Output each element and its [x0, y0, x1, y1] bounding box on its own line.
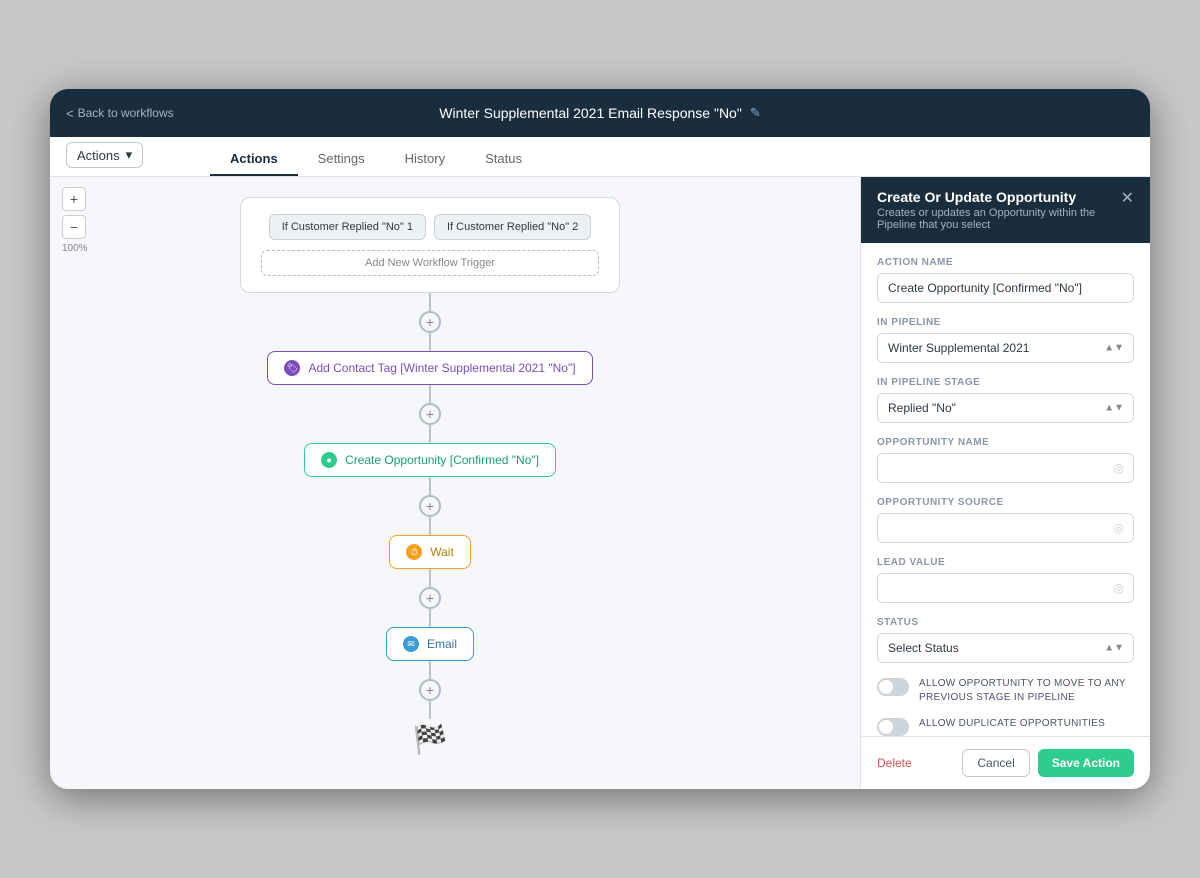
connector-line	[429, 425, 431, 443]
lead-value-label: LEAD VALUE	[877, 557, 1134, 568]
opportunity-icon: ●	[321, 452, 337, 468]
node-email[interactable]: ✉ Email	[386, 627, 474, 661]
workflow-canvas: + − 100% If Customer Replied "No" 1 If C…	[50, 177, 860, 789]
right-panel: Create Or Update Opportunity Creates or …	[860, 177, 1150, 789]
main-area: + − 100% If Customer Replied "No" 1 If C…	[50, 177, 1150, 789]
zoom-in-button[interactable]: +	[62, 187, 86, 211]
trigger-box: If Customer Replied "No" 1 If Customer R…	[240, 197, 620, 293]
toggle-previous-stage-label: ALLOW OPPORTUNITY TO MOVE TO ANY PREVIOU…	[919, 677, 1134, 705]
connector-line	[429, 609, 431, 627]
tag-icon: 🏷	[284, 360, 300, 376]
connector-line	[429, 517, 431, 535]
add-node-3[interactable]: +	[419, 495, 441, 517]
tab-status[interactable]: Status	[465, 143, 542, 176]
trigger-2[interactable]: If Customer Replied "No" 2	[434, 214, 591, 240]
node-tag[interactable]: 🏷 Add Contact Tag [Winter Supplemental 2…	[267, 351, 592, 385]
opportunity-name-label: OPPORTUNITY NAME	[877, 437, 1134, 448]
delete-button[interactable]: Delete	[877, 756, 912, 770]
in-pipeline-label: IN PIPELINE	[877, 317, 1134, 328]
opportunity-name-wrapper: ◎	[877, 453, 1134, 483]
trigger-1[interactable]: If Customer Replied "No" 1	[269, 214, 426, 240]
action-name-field: ACTION NAME	[877, 257, 1134, 303]
panel-body: ACTION NAME IN PIPELINE Winter Supplemen…	[861, 243, 1150, 736]
opportunity-source-icon: ◎	[1114, 521, 1124, 535]
back-label: Back to workflows	[78, 106, 174, 120]
connector-line	[429, 385, 431, 403]
panel-header-text: Create Or Update Opportunity Creates or …	[877, 189, 1121, 231]
edit-title-icon[interactable]: ✎	[750, 105, 761, 121]
status-field: STATUS Select Status ▲▼	[877, 617, 1134, 663]
workflow-title: Winter Supplemental 2021 Email Response …	[439, 105, 760, 121]
status-label: STATUS	[877, 617, 1134, 628]
status-select-wrapper: Select Status ▲▼	[877, 633, 1134, 663]
opportunity-source-wrapper: ◎	[877, 513, 1134, 543]
lead-value-field: LEAD VALUE ◎	[877, 557, 1134, 603]
toggle-duplicate-label: ALLOW DUPLICATE OPPORTUNITIES	[919, 717, 1105, 731]
add-trigger-button[interactable]: Add New Workflow Trigger	[261, 250, 599, 276]
tab-history[interactable]: History	[385, 143, 465, 176]
pipeline-stage-select-wrapper: Replied "No" ▲▼	[877, 393, 1134, 423]
connector-line	[429, 293, 431, 311]
action-name-input[interactable]	[877, 273, 1134, 303]
panel-subtitle: Creates or updates an Opportunity within…	[877, 207, 1121, 231]
back-link[interactable]: Back to workflows	[66, 106, 174, 121]
canvas-controls: + − 100%	[62, 187, 88, 254]
lead-value-wrapper: ◎	[877, 573, 1134, 603]
connector-line	[429, 477, 431, 495]
tabs-row: Actions ▾ Actions Settings History Statu…	[50, 137, 1150, 177]
in-pipeline-select[interactable]: Winter Supplemental 2021	[877, 333, 1134, 363]
add-node-5[interactable]: +	[419, 679, 441, 701]
node-opportunity[interactable]: ● Create Opportunity [Confirmed "No"]	[304, 443, 556, 477]
add-node-2[interactable]: +	[419, 403, 441, 425]
top-bar: Back to workflows Winter Supplemental 20…	[50, 89, 1150, 137]
lead-value-icon: ◎	[1114, 581, 1124, 595]
opportunity-source-input[interactable]	[877, 513, 1134, 543]
opportunity-name-field: OPPORTUNITY NAME ◎	[877, 437, 1134, 483]
panel-header: Create Or Update Opportunity Creates or …	[861, 177, 1150, 243]
toggle-allow-duplicate: ALLOW DUPLICATE OPPORTUNITIES	[877, 717, 1134, 736]
tab-actions[interactable]: Actions	[210, 143, 298, 176]
panel-title: Create Or Update Opportunity	[877, 189, 1121, 205]
tab-settings[interactable]: Settings	[298, 143, 385, 176]
pipeline-stage-label: IN PIPELINE STAGE	[877, 377, 1134, 388]
status-select[interactable]: Select Status	[877, 633, 1134, 663]
connector-line	[429, 569, 431, 587]
toggle-previous-stage-switch[interactable]	[877, 678, 909, 696]
actions-dropdown[interactable]: Actions ▾	[66, 142, 143, 168]
opportunity-source-label: OPPORTUNITY SOURCE	[877, 497, 1134, 508]
finish-flag: 🏁	[413, 723, 448, 756]
node-wait[interactable]: ⏱ Wait	[389, 535, 471, 569]
pipeline-stage-select[interactable]: Replied "No"	[877, 393, 1134, 423]
in-pipeline-field: IN PIPELINE Winter Supplemental 2021 ▲▼	[877, 317, 1134, 363]
add-node-4[interactable]: +	[419, 587, 441, 609]
panel-footer: Delete Cancel Save Action	[861, 736, 1150, 789]
cancel-button[interactable]: Cancel	[962, 749, 1029, 777]
toggle-duplicate-switch[interactable]	[877, 718, 909, 736]
zoom-level: 100%	[62, 243, 88, 254]
lead-value-input[interactable]	[877, 573, 1134, 603]
opportunity-name-input[interactable]	[877, 453, 1134, 483]
zoom-out-button[interactable]: −	[62, 215, 86, 239]
connector-line	[429, 661, 431, 679]
pipeline-stage-field: IN PIPELINE STAGE Replied "No" ▲▼	[877, 377, 1134, 423]
email-icon: ✉	[403, 636, 419, 652]
trigger-buttons: If Customer Replied "No" 1 If Customer R…	[261, 214, 599, 240]
toggle-allow-previous-stage: ALLOW OPPORTUNITY TO MOVE TO ANY PREVIOU…	[877, 677, 1134, 705]
add-node-1[interactable]: +	[419, 311, 441, 333]
connector-line	[429, 701, 431, 719]
opportunity-name-icon: ◎	[1114, 461, 1124, 475]
action-name-label: ACTION NAME	[877, 257, 1134, 268]
in-pipeline-select-wrapper: Winter Supplemental 2021 ▲▼	[877, 333, 1134, 363]
save-action-button[interactable]: Save Action	[1038, 749, 1134, 777]
opportunity-source-field: OPPORTUNITY SOURCE ◎	[877, 497, 1134, 543]
footer-actions: Cancel Save Action	[962, 749, 1134, 777]
connector-line	[429, 333, 431, 351]
wait-icon: ⏱	[406, 544, 422, 560]
panel-close-button[interactable]: ✕	[1121, 191, 1134, 207]
workflow-flow: If Customer Replied "No" 1 If Customer R…	[180, 197, 680, 756]
